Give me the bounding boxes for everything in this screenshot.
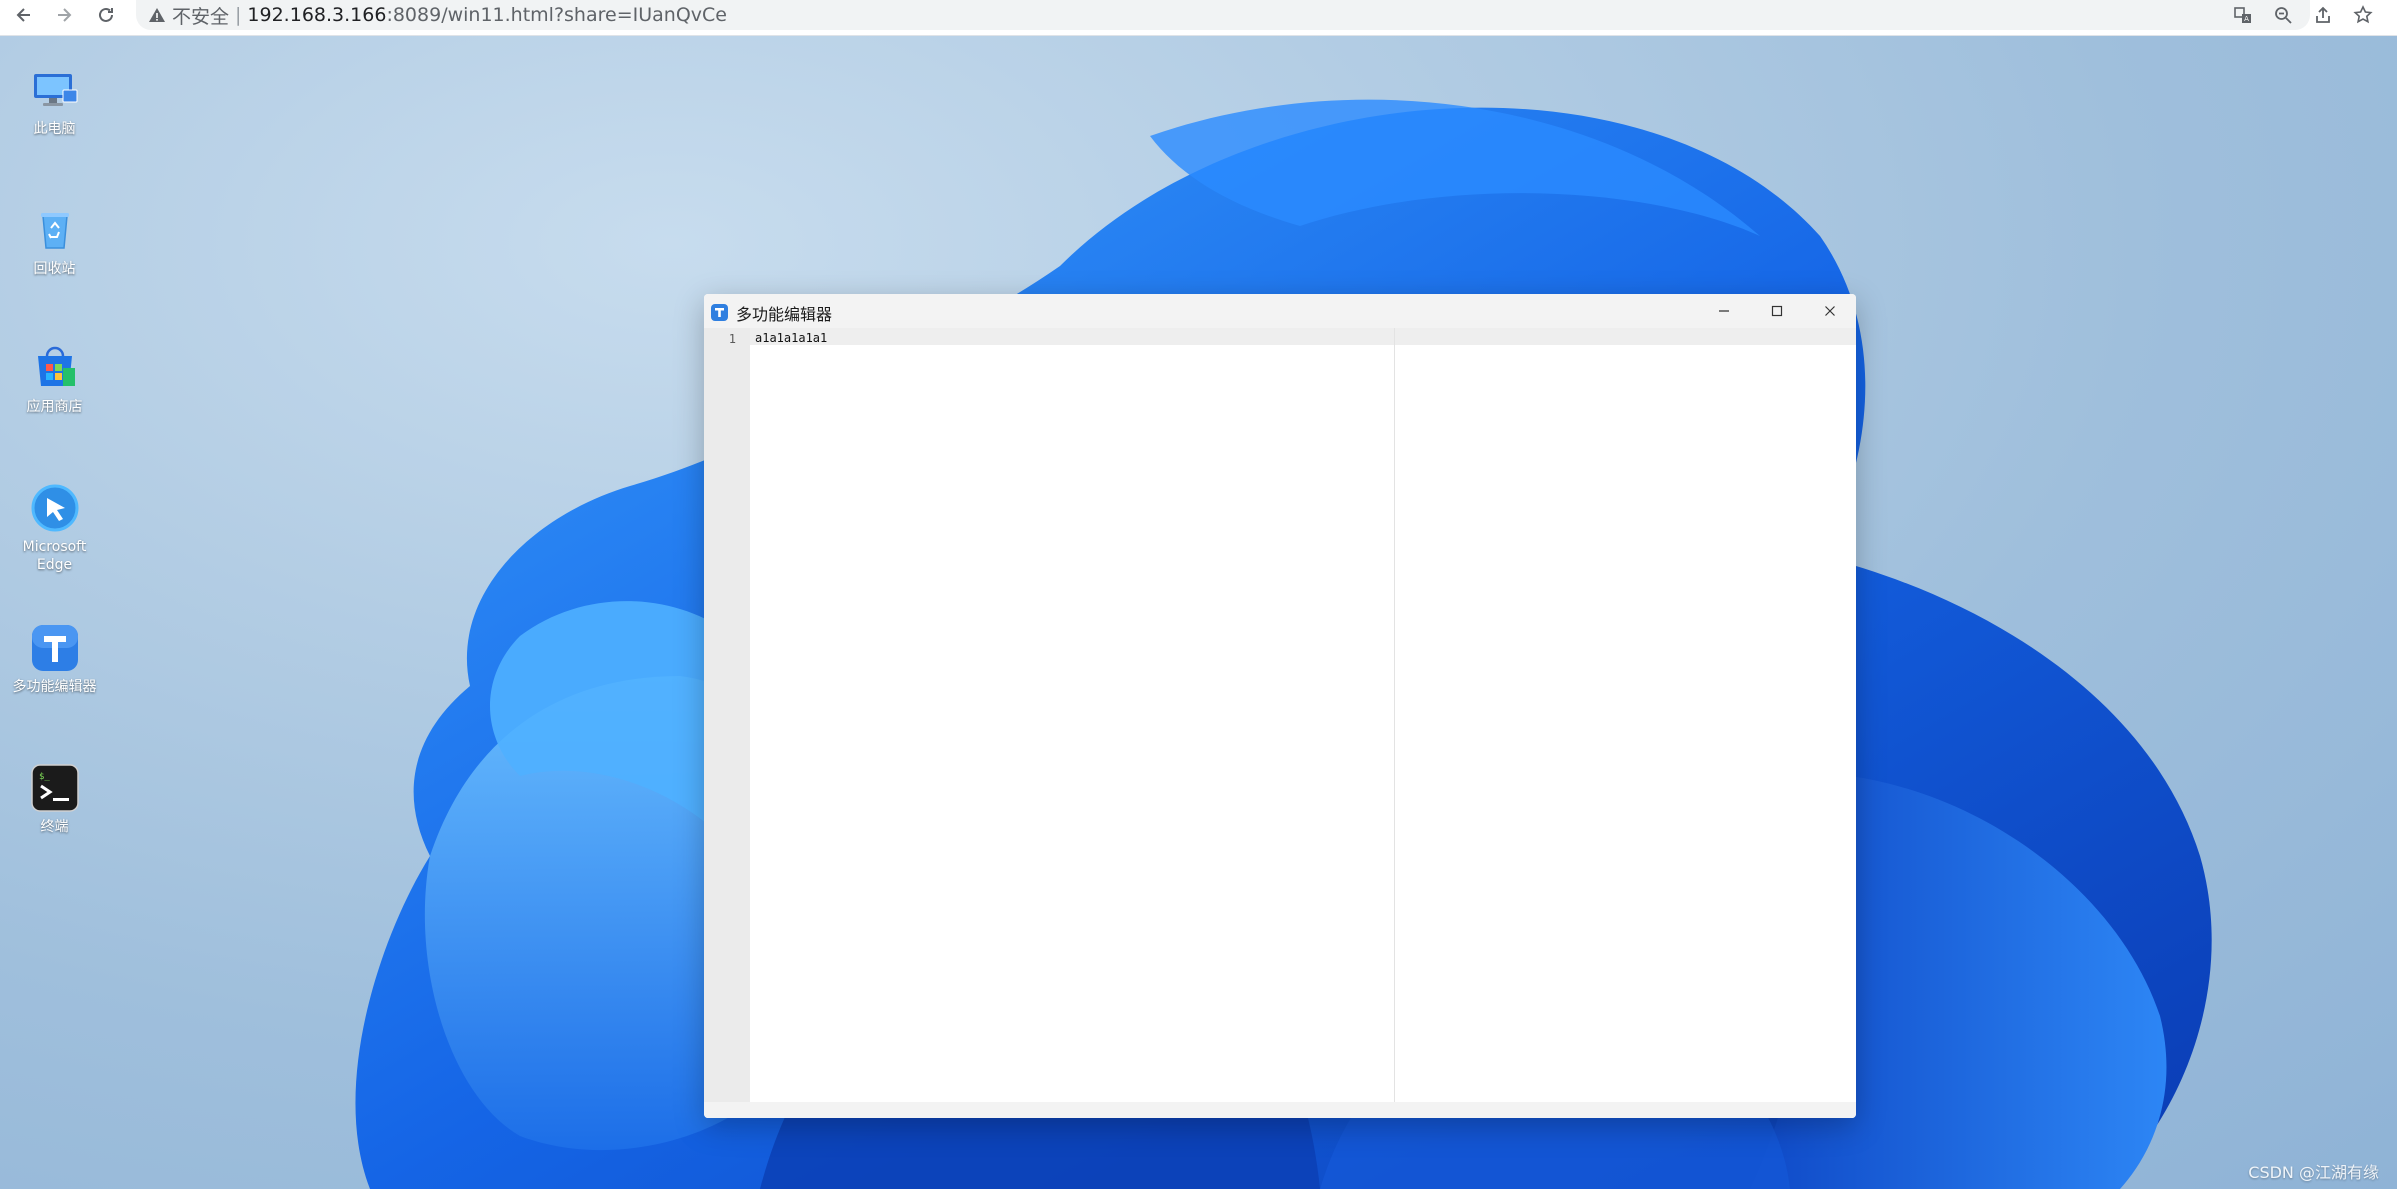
desktop-icon-this-pc[interactable]: 此电脑 [8,64,101,138]
watermark: CSDN @江湖有缘 [2248,1163,2379,1182]
window-titlebar[interactable]: 多功能编辑器 [704,294,1856,328]
warning-icon [148,6,166,24]
url-host: 192.168.3.166 [247,4,387,26]
desktop: 此电脑 回收站 应用商店 Microsoft Edge 多功能编辑器 $_ 终端 [0,36,2397,1189]
print-margin [1394,328,1395,1102]
computer-icon [29,64,81,116]
icon-label: Microsoft Edge [22,539,87,573]
zoom-icon[interactable] [2269,1,2297,29]
maximize-button[interactable] [1751,294,1803,328]
minimize-icon [1719,310,1729,312]
recycle-bin-icon [29,204,81,256]
svg-text:A: A [2244,15,2249,23]
translate-icon[interactable]: A [2229,1,2257,29]
desktop-icon-recycle-bin[interactable]: 回收站 [8,204,101,278]
store-icon [29,342,81,394]
edge-icon [29,482,81,534]
address-bar[interactable]: 不安全 | 192.168.3.166 :8089/win11.html?sha… [136,0,2310,30]
icon-label: 多功能编辑器 [12,679,97,695]
close-icon [1825,306,1835,316]
share-icon[interactable] [2309,1,2337,29]
window-title: 多功能编辑器 [736,305,833,324]
back-button[interactable] [6,0,42,30]
desktop-icon-terminal[interactable]: $_ 终端 [8,762,101,836]
active-line-highlight [750,328,1856,345]
arrow-right-icon [58,8,72,22]
svg-text:$_: $_ [39,772,50,782]
url-path: :8089/win11.html?share=IUanQvCe [386,4,727,26]
icon-label: 终端 [40,819,69,835]
icon-label: 此电脑 [33,121,76,137]
reload-button[interactable] [88,0,124,30]
browser-toolbar: 不安全 | 192.168.3.166 :8089/win11.html?sha… [0,0,2397,36]
arrow-left-icon [16,8,30,22]
terminal-icon: $_ [29,762,81,814]
line-number: 1 [728,332,736,346]
maximize-icon [1771,305,1783,317]
close-button[interactable] [1804,294,1856,328]
desktop-icon-app-store[interactable]: 应用商店 [8,342,101,416]
icon-label: 回收站 [33,261,76,277]
desktop-icon-editor[interactable]: 多功能编辑器 [8,622,101,696]
reload-icon [99,7,113,22]
icon-label: 应用商店 [26,399,83,415]
forward-button[interactable] [46,0,82,30]
editor-icon [29,622,81,674]
editor-text[interactable]: a1a1a1a1a1 [755,331,827,345]
security-label: 不安全 [172,5,230,28]
desktop-icon-edge[interactable]: Microsoft Edge [8,482,101,574]
address-separator: | [235,4,242,26]
line-number-gutter: 1 [704,328,750,1102]
window-bottom-bar [704,1102,1856,1118]
editor-app-icon [711,304,728,321]
minimize-button[interactable] [1698,294,1750,328]
editor-window[interactable]: 多功能编辑器 1 a1a1a1a1a1 [704,294,1856,1118]
bookmark-star-icon[interactable] [2349,1,2377,29]
toolbar-actions: A [2229,0,2377,30]
